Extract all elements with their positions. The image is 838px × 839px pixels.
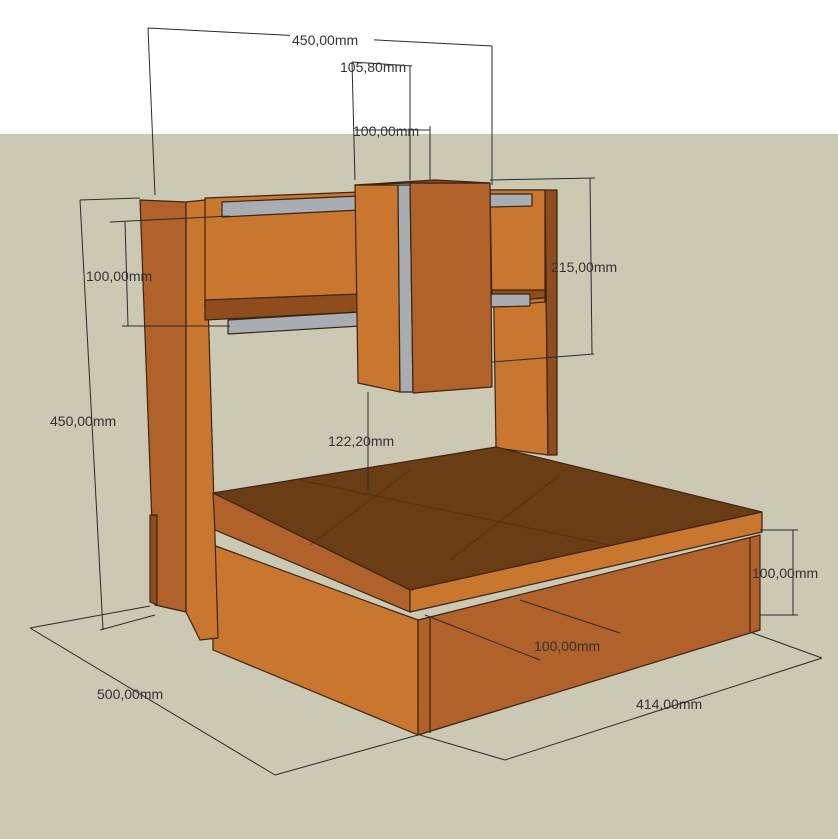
carriage-outer-label: 105,80mm xyxy=(340,59,406,75)
width-label: 414,00mm xyxy=(636,696,702,712)
depth-label: 500,00mm xyxy=(97,686,163,702)
carriage-side xyxy=(354,184,401,393)
sky xyxy=(0,0,838,134)
rail-spacing-label: 100,00mm xyxy=(86,268,152,284)
clearance-label: 122,20mm xyxy=(328,433,394,449)
gantry-height-label: 215,00mm xyxy=(551,259,617,275)
scene-svg: 450,00mm 105,80mm 100,00mm 215,00mm 100,… xyxy=(0,0,838,839)
drawer-depth-label: 100,00mm xyxy=(534,638,600,654)
carriage-inner-label: 100,00mm xyxy=(353,123,419,139)
total-height-label: 450,00mm xyxy=(50,413,116,429)
upper-rail-right xyxy=(489,193,533,208)
cnc-frame-diagram: 450,00mm 105,80mm 100,00mm 215,00mm 100,… xyxy=(0,0,838,839)
base-height-label: 100,00mm xyxy=(752,565,818,581)
left-upright-foot xyxy=(149,514,158,606)
overall-width-label: 450,00mm xyxy=(292,32,358,48)
carriage-front xyxy=(409,182,493,394)
lower-rail-right xyxy=(489,293,531,308)
